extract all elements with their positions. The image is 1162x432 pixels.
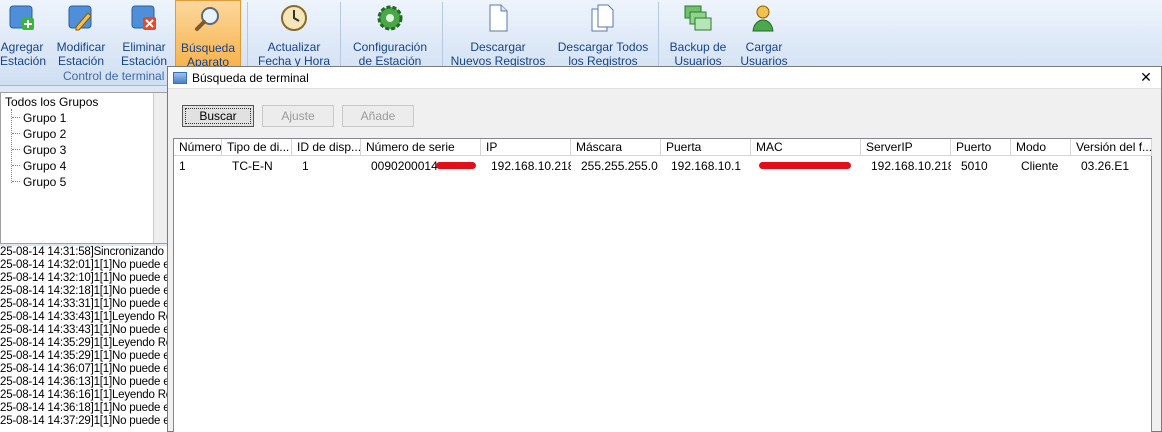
- log-line: 25-08-14 14:31:58]Sincronizando Fe: [0, 246, 168, 258]
- add-station-label-2: Estación: [0, 54, 47, 68]
- station-config-label-1: Configuración: [352, 40, 428, 54]
- gear-icon: [377, 5, 403, 31]
- device-search-label-1: Búsqueda: [180, 41, 236, 55]
- log-line: 25-08-14 14:36:13]1[1]No puede es: [0, 376, 168, 388]
- cell-puerta: 192.168.10.1: [671, 159, 742, 173]
- tree-item-grupo-2[interactable]: Grupo 2: [23, 127, 66, 141]
- tree-connector: [12, 133, 20, 134]
- add-station-button[interactable]: Agregar Estación: [0, 0, 47, 68]
- load-users-label-1: Cargar: [745, 40, 783, 54]
- column-header-puerta[interactable]: Puerta: [661, 139, 751, 156]
- ribbon-group-label: Control de terminal: [63, 69, 165, 83]
- download-all-records-label-1: Descargar Todos: [557, 40, 649, 54]
- update-datetime-button[interactable]: Actualizar Fecha y Hora: [256, 0, 332, 68]
- backup-users-label-1: Backup de: [669, 40, 727, 54]
- delete-station-label-1: Eliminar: [122, 40, 166, 54]
- tree-item-grupo-5[interactable]: Grupo 5: [23, 175, 66, 189]
- log-line: 25-08-14 14:37:29]1[1]No puede es: [0, 415, 168, 427]
- modify-station-icon: [68, 5, 92, 31]
- column-header-serverip[interactable]: ServerIP: [861, 139, 951, 156]
- log-line: 25-08-14 14:35:29]1[1]Leyendo Reg: [0, 337, 168, 349]
- column-header-ip[interactable]: IP: [481, 139, 571, 156]
- window-icon: [173, 71, 187, 84]
- cell-modo: Cliente: [1021, 159, 1059, 173]
- close-icon[interactable]: ✕: [1131, 69, 1161, 86]
- tree-connector: [12, 165, 20, 166]
- tree-connector: [11, 109, 12, 183]
- terminal-search-dialog: Búsqueda de terminal ✕ Buscar Ajuste Aña…: [167, 66, 1162, 432]
- user-icon: [752, 5, 774, 32]
- log-line: 25-08-14 14:36:18]1[1]No puede es: [0, 402, 168, 414]
- dialog-title: Búsqueda de terminal: [192, 70, 309, 85]
- tree-scrollbar[interactable]: [153, 93, 167, 243]
- cell-tipo: TC-E-N: [232, 159, 273, 173]
- redaction-mark: [759, 162, 851, 169]
- add-station-icon: [9, 5, 34, 30]
- magnifier-icon: [195, 7, 219, 31]
- clock-icon: [281, 5, 307, 31]
- modify-station-button[interactable]: Modificar Estación: [52, 0, 110, 68]
- cell-id: 1: [302, 159, 309, 173]
- log-line: 25-08-14 14:33:43]1[1]Leyendo Reg: [0, 311, 168, 323]
- cell-mascara: 255.255.255.0: [581, 159, 658, 173]
- tree-connector: [12, 149, 20, 150]
- tree-connector: [12, 181, 20, 182]
- cell-numero: 1: [179, 159, 186, 173]
- log-line: 25-08-14 14:32:18]1[1]No puede es: [0, 285, 168, 297]
- add-button[interactable]: Añade: [342, 105, 414, 127]
- device-search-button[interactable]: Búsqueda Aparato: [175, 0, 241, 69]
- column-header-modo[interactable]: Modo: [1011, 139, 1071, 156]
- column-header-mac[interactable]: MAC: [751, 139, 861, 156]
- group-tree[interactable]: Todos los Grupos Grupo 1 Grupo 2 Grupo 3…: [0, 92, 168, 244]
- search-button-label: Buscar: [185, 108, 251, 124]
- modify-station-label-2: Estación: [57, 54, 105, 68]
- terminal-list[interactable]: Número Tipo de di... ID de disp... Númer…: [173, 138, 1152, 432]
- tree-connector: [12, 117, 20, 118]
- column-header-id[interactable]: ID de disp...: [292, 139, 361, 156]
- dialog-titlebar[interactable]: Búsqueda de terminal ✕: [168, 67, 1161, 89]
- column-header-version[interactable]: Versión del f...: [1071, 139, 1152, 156]
- adjust-button[interactable]: Ajuste: [262, 105, 334, 127]
- cell-puerto: 5010: [961, 159, 988, 173]
- log-line: 25-08-14 14:33:31]1[1]No puede es: [0, 298, 168, 310]
- delete-station-button[interactable]: Eliminar Estación: [118, 0, 170, 68]
- column-header-serie[interactable]: Número de serie: [361, 139, 481, 156]
- cell-serverip: 192.168.10.218: [871, 159, 951, 173]
- column-header-puerto[interactable]: Puerto: [951, 139, 1011, 156]
- event-log: 25-08-14 14:31:58]Sincronizando Fe 25-08…: [0, 246, 168, 432]
- add-station-label-1: Agregar: [0, 40, 44, 54]
- log-line: 25-08-14 14:32:10]1[1]No puede es: [0, 272, 168, 284]
- station-config-button[interactable]: Configuración de Estación: [346, 0, 434, 68]
- search-button[interactable]: Buscar: [182, 105, 254, 127]
- documents-icon: [591, 4, 614, 32]
- load-users-button[interactable]: Cargar Usuarios: [736, 0, 792, 68]
- tree-root-all-groups[interactable]: Todos los Grupos: [5, 95, 98, 109]
- backup-users-button[interactable]: Backup de Usuarios: [664, 0, 732, 68]
- log-line: 25-08-14 14:33:43]1[1]No puede es: [0, 324, 168, 336]
- backup-users-icon: [684, 5, 712, 31]
- tree-item-grupo-1[interactable]: Grupo 1: [23, 111, 66, 125]
- cell-ip: 192.168.10.218: [491, 159, 571, 173]
- tree-item-grupo-3[interactable]: Grupo 3: [23, 143, 66, 157]
- log-line: 25-08-14 14:32:01]1[1]No puede es: [0, 259, 168, 271]
- cell-version: 03.26.E1: [1081, 159, 1130, 173]
- tree-item-grupo-4[interactable]: Grupo 4: [23, 159, 66, 173]
- log-line: 25-08-14 14:36:07]1[1]No puede es: [0, 363, 168, 375]
- redaction-mark: [436, 162, 476, 169]
- modify-station-label-1: Modificar: [56, 40, 106, 54]
- document-icon: [489, 4, 508, 32]
- download-all-records-button[interactable]: Descargar Todos los Registros: [554, 0, 652, 68]
- download-new-records-label-1: Descargar: [470, 40, 526, 54]
- download-new-records-button[interactable]: Descargar Nuevos Registros: [448, 0, 548, 68]
- log-line: 25-08-14 14:35:29]1[1]No puede es: [0, 350, 168, 362]
- log-line: 25-08-14 14:36:16]1[1]Leyendo Reg: [0, 389, 168, 401]
- delete-station-icon: [131, 5, 156, 30]
- update-datetime-label-1: Actualizar: [267, 40, 321, 54]
- delete-station-label-2: Estación: [120, 54, 168, 68]
- column-header-numero[interactable]: Número: [174, 139, 222, 156]
- column-header-tipo[interactable]: Tipo de di...: [222, 139, 292, 156]
- column-header-mascara[interactable]: Máscara: [571, 139, 661, 156]
